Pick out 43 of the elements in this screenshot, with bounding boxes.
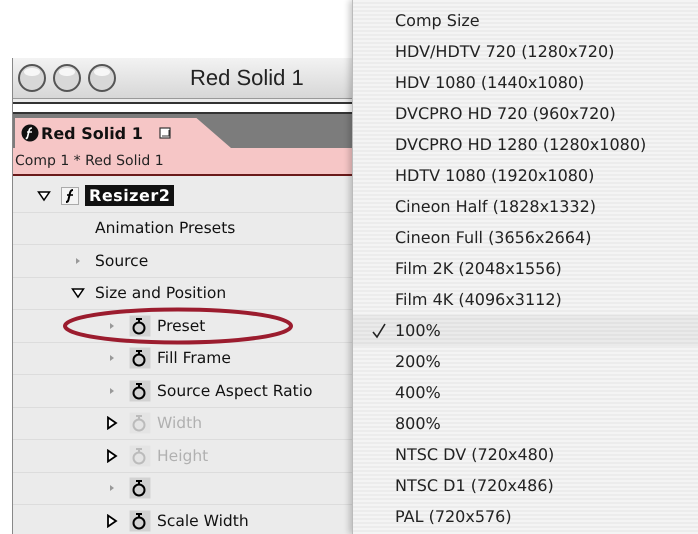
menu-item[interactable]: Film 2K (2048x1556) — [353, 253, 698, 284]
menu-item[interactable]: 200% — [353, 346, 698, 377]
property-label: Animation Presets — [95, 219, 236, 238]
expanded-triangle-icon[interactable] — [37, 190, 51, 202]
stopwatch-icon[interactable] — [129, 510, 151, 532]
stopwatch-icon[interactable] — [129, 380, 151, 402]
property-label: Preset — [157, 316, 206, 335]
effect-icon — [21, 124, 39, 142]
menu-item[interactable]: PAL (720x576) — [353, 501, 698, 532]
window-title: Red Solid 1 — [190, 65, 304, 91]
property-label: Width — [157, 414, 202, 432]
menu-item[interactable]: 100% — [353, 315, 698, 346]
property-label: Fill Frame — [157, 349, 231, 368]
close-box-icon[interactable] — [158, 127, 171, 139]
tab-label: Red Solid 1 — [41, 124, 143, 142]
menu-item[interactable]: Cineon Full (3656x2664) — [353, 222, 698, 253]
collapsed-triangle-icon[interactable] — [106, 514, 118, 528]
menu-item[interactable]: DVCPRO HD 720 (960x720) — [353, 98, 698, 129]
checkmark-icon — [372, 322, 386, 338]
window-control-icon[interactable] — [87, 63, 117, 93]
menu-item[interactable]: HDV/HDTV 720 (1280x720) — [353, 36, 698, 67]
menu-item[interactable]: Film 4K (4096x3112) — [353, 284, 698, 315]
menu-item[interactable]: Comp Size — [353, 5, 698, 36]
stopwatch-icon[interactable] — [129, 477, 151, 500]
menu-item[interactable]: HDV 1080 (1440x1080) — [353, 67, 698, 98]
menu-item[interactable]: NTSC D1 (720x486) — [353, 470, 698, 501]
property-label: Height — [157, 446, 208, 465]
menu-item[interactable]: NTSC DV (720x480) — [353, 439, 698, 470]
window-control-icon[interactable] — [17, 63, 47, 93]
menu-item[interactable]: Cineon Half (1828x1332) — [353, 191, 698, 222]
property-label: Scale Width — [157, 512, 249, 530]
effect-toggle-icon — [61, 186, 79, 205]
stopwatch-icon[interactable] — [129, 314, 151, 337]
panel-tab[interactable]: Red Solid 1 — [15, 118, 231, 148]
stopwatch-icon[interactable] — [129, 347, 151, 370]
property-label: Source — [95, 252, 148, 270]
expanded-triangle-icon[interactable] — [71, 287, 85, 300]
window-control-icon[interactable] — [52, 63, 82, 93]
effect-name: Resizer2 — [85, 185, 174, 206]
property-label: Size and Position — [95, 284, 226, 302]
menu-item[interactable]: 400% — [353, 377, 698, 408]
menu-item[interactable]: 800% — [353, 408, 698, 439]
property-label: Source Aspect Ratio — [157, 382, 313, 400]
